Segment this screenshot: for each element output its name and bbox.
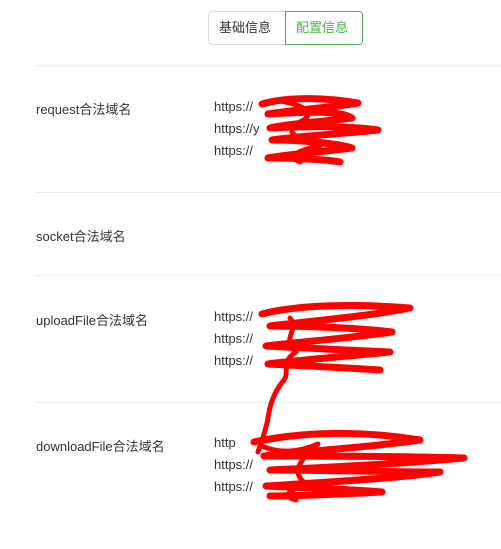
request-domain-item: https://y (214, 121, 260, 136)
request-domain-label: request合法域名 (36, 102, 132, 117)
request-domain-item: https:// (214, 99, 254, 114)
download-domain-item: http (214, 435, 236, 450)
download-domain-item: https:// (214, 479, 254, 494)
socket-domain-label: socket合法域名 (36, 229, 126, 244)
upload-domain-label: uploadFile合法域名 (36, 313, 148, 328)
domain-settings-page: 基础信息 配置信息 request合法域名 https:// https://y… (0, 0, 501, 549)
tab-basic-info[interactable]: 基础信息 (208, 11, 286, 45)
tab-config-info[interactable]: 配置信息 (285, 11, 363, 45)
divider (36, 275, 501, 276)
download-domain-item: https:// (214, 457, 254, 472)
request-domain-item: https:// (214, 143, 254, 158)
divider (36, 65, 501, 66)
settings-tabs: 基础信息 配置信息 (208, 11, 363, 45)
divider (36, 402, 501, 403)
request-domain-list: https:// https://y https:// (214, 96, 260, 162)
download-domain-label: downloadFile合法域名 (36, 439, 165, 454)
upload-domain-item: https:// (214, 309, 254, 324)
upload-domain-item: https:// (214, 331, 254, 346)
download-domain-list: http https:// https:// (214, 432, 253, 498)
upload-domain-list: https:// https:// https:// (214, 306, 253, 372)
upload-domain-item: https:// (214, 353, 254, 368)
divider (36, 192, 501, 193)
